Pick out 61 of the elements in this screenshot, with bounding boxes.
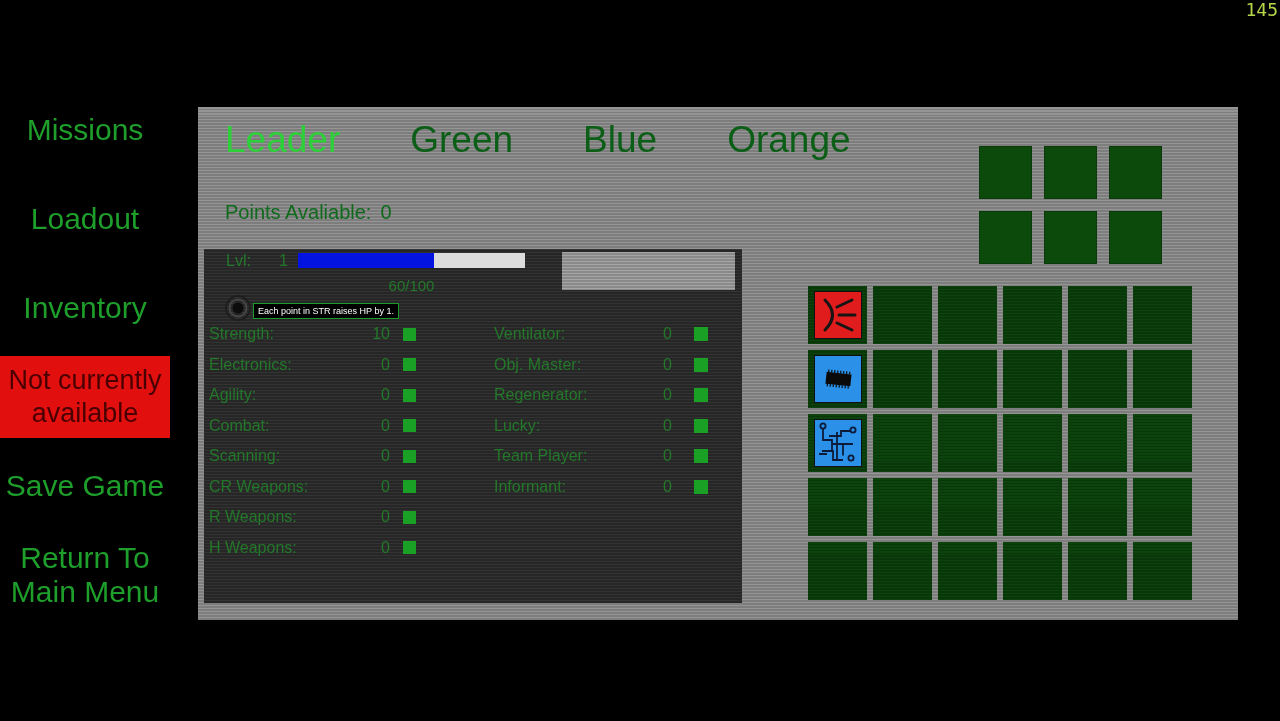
add-point-button[interactable] (403, 510, 416, 524)
add-point-button[interactable] (694, 357, 708, 372)
add-point-button[interactable] (403, 327, 416, 341)
add-point-button[interactable] (403, 358, 416, 372)
skill-label: R Weapons: (209, 508, 298, 527)
add-point-button[interactable] (403, 541, 416, 555)
skill-value: 0 (662, 355, 672, 374)
equipment-slot[interactable] (1109, 211, 1162, 264)
skill-value: 0 (380, 386, 390, 405)
skill-label: CR Weapons: (209, 477, 310, 496)
skill-label: H Weapons: (209, 538, 298, 557)
add-point-button[interactable] (403, 449, 416, 463)
points-value: 0 (380, 201, 392, 224)
menu-item[interactable]: Inventory (23, 290, 147, 325)
add-point-button[interactable] (694, 418, 708, 433)
skill-value: 0 (380, 355, 390, 374)
menu-item[interactable]: Loadout (30, 201, 140, 236)
level-label: Lvl: (226, 251, 251, 270)
skill-value: 0 (662, 386, 672, 405)
menu-item[interactable]: Return To Main Menu (0, 540, 170, 609)
add-point-button[interactable] (403, 480, 416, 494)
skill-label: Team Player: (494, 447, 589, 466)
skill-label: Lucky: (494, 416, 542, 435)
add-point-button[interactable] (403, 388, 416, 402)
add-point-button[interactable] (694, 327, 708, 342)
equipment-slot[interactable] (1109, 146, 1162, 199)
fps-counter: 145 (1245, 0, 1279, 20)
xp-text: 60/100 (388, 277, 435, 294)
skill-value: 0 (380, 416, 390, 435)
add-point-button[interactable] (403, 419, 416, 433)
skill-label: Scanning: (209, 447, 282, 466)
skill-value: 0 (380, 477, 390, 496)
menu-item[interactable]: Missions (26, 112, 144, 147)
target-cursor-icon (225, 295, 251, 321)
add-point-button[interactable] (694, 388, 708, 403)
skill-value: 0 (662, 416, 672, 435)
skill-value: 0 (662, 325, 672, 344)
skill-label: Ventilator: (494, 325, 567, 344)
skill-label: Combat: (209, 416, 271, 435)
menu-item[interactable]: Save Game (5, 468, 165, 503)
skill-value: 0 (380, 508, 390, 527)
skill-label: Agility: (209, 386, 258, 405)
equipment-slot[interactable] (979, 211, 1032, 264)
skill-value: 10 (371, 325, 390, 344)
tooltip: Each point in STR raises HP by 1. (253, 303, 399, 319)
equipment-slot[interactable] (1044, 146, 1097, 199)
equipment-slot[interactable] (1044, 211, 1097, 264)
skill-label: Electronics: (209, 355, 293, 374)
add-point-button[interactable] (694, 479, 708, 494)
level-value: 1 (279, 251, 288, 270)
points-label: Points Avaliable: (225, 201, 372, 224)
add-point-button[interactable] (694, 449, 708, 464)
skill-label: Informant: (494, 477, 568, 496)
equipment-slot[interactable] (979, 146, 1032, 199)
skill-value: 0 (380, 538, 390, 557)
skill-label: Regenerator: (494, 386, 589, 405)
skill-value: 0 (662, 447, 672, 466)
skill-label: Strength: (209, 325, 275, 344)
skill-label: Obj. Master: (494, 355, 583, 374)
skill-value: 0 (380, 447, 390, 466)
skill-value: 0 (662, 477, 672, 496)
